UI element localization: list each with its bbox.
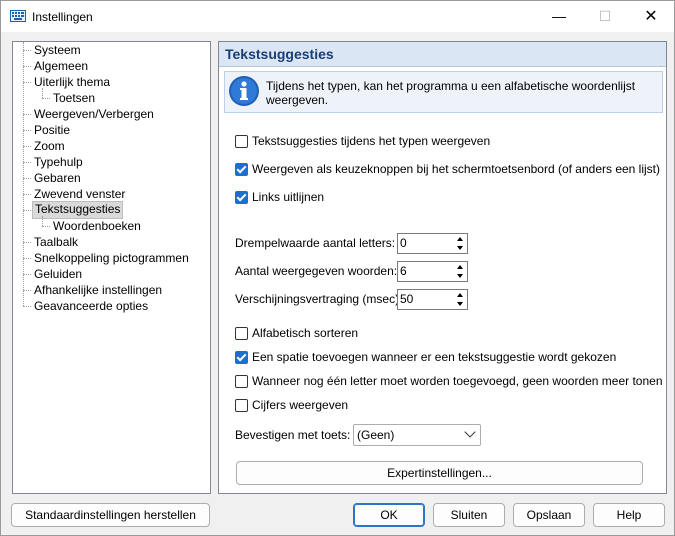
tree-item-tekstsuggesties[interactable]: Tekstsuggesties [32,201,124,219]
tree-connector [23,194,31,195]
tree-item-taalbalk[interactable]: Taalbalk [32,234,80,250]
threshold-spinner[interactable]: 0 [397,233,468,254]
tree-connector [23,258,31,259]
tree-connector [23,130,31,131]
close-button[interactable]: Sluiten [433,503,505,527]
tree-item-gebaren[interactable]: Gebaren [32,170,83,186]
tree-connector [23,82,31,83]
close-window-button[interactable]: ✕ [628,1,674,32]
checkbox-label[interactable]: Alfabetisch sorteren [252,326,358,341]
tree-connector [42,216,43,226]
word-count-label: Aantal weergegeven woorden: [235,264,398,278]
tree-connector [23,210,31,211]
word-count-spinner[interactable]: 6 [397,261,468,282]
chevron-down-icon[interactable] [464,426,476,438]
checkbox-box[interactable] [235,399,248,412]
tree-item-snelkoppeling-pictogrammen[interactable]: Snelkoppeling pictogrammen [32,250,191,266]
spin-up-icon[interactable] [454,263,466,271]
panel-header: Tekstsuggesties [219,42,666,67]
tree-connector [42,88,43,98]
select-value[interactable]: (Geen) [357,428,394,443]
tree-item-zoom[interactable]: Zoom [32,138,67,154]
keyboard-icon [10,10,26,22]
checkbox-label[interactable]: Weergeven als keuzeknoppen bij het scher… [252,162,660,177]
tree-connector [42,98,50,99]
panel-title: Tekstsuggesties [225,46,334,62]
tree-item-positie[interactable]: Positie [32,122,72,138]
expert-settings-button[interactable]: Expertinstellingen... [236,461,643,485]
settings-panel: Tekstsuggesties Tijdens het typen, kan h… [218,41,667,494]
spinner-value[interactable]: 50 [400,292,413,307]
spinner-value[interactable]: 6 [400,264,407,279]
confirm-key-label: Bevestigen met toets: [235,428,351,442]
help-button[interactable]: Help [593,503,665,527]
checkbox-label[interactable]: Links uitlijnen [252,190,324,205]
tree-item-geavanceerde-opties[interactable]: Geavanceerde opties [32,298,150,314]
threshold-label: Drempelwaarde aantal letters: [235,236,396,250]
tree-item-woordenboeken[interactable]: Woordenboeken [51,218,143,234]
tree-connector [23,290,31,291]
ok-button[interactable]: OK [353,503,425,527]
spin-up-icon[interactable] [454,291,466,299]
tree-connector [23,114,31,115]
restore-defaults-button[interactable]: Standaardinstellingen herstellen [11,503,210,527]
tree-connector [23,50,31,51]
delay-label: Verschijningsvertraging (msec): [235,292,403,306]
tree-item-weergeven-verbergen[interactable]: Weergeven/Verbergen [32,106,156,122]
tree-connector [23,146,31,147]
tree-item-algemeen[interactable]: Algemeen [32,58,90,74]
tree-item-systeem[interactable]: Systeem [32,42,83,58]
tree-item-uiterlijk-thema[interactable]: Uiterlijk thema [32,74,112,90]
checkbox-box[interactable] [235,135,248,148]
info-text: Tijdens het typen, kan het programma u e… [266,79,636,107]
delay-spinner[interactable]: 50 [397,289,468,310]
tree-connector [23,178,31,179]
maximize-button[interactable]: ☐ [582,1,628,32]
checkbox-label[interactable]: Een spatie toevoegen wanneer er een teks… [252,350,616,365]
tree-connector [42,226,50,227]
tree-item-geluiden[interactable]: Geluiden [32,266,84,282]
spin-down-icon[interactable] [454,244,466,252]
checkbox-box[interactable] [235,351,248,364]
tree-item-zwevend-venster[interactable]: Zwevend venster [32,186,127,202]
checkbox-box[interactable] [235,163,248,176]
tree-connector [23,242,31,243]
tree-connector [23,306,31,307]
checkbox-label[interactable]: Tekstsuggesties tijdens het typen weerge… [252,134,490,149]
info-icon [229,76,259,106]
tree-item-toetsen[interactable]: Toetsen [51,90,97,106]
tree-connector [23,162,31,163]
tree-connector [23,42,24,306]
tree-item-typehulp[interactable]: Typehulp [32,154,85,170]
spinner-value[interactable]: 0 [400,236,407,251]
spin-down-icon[interactable] [454,300,466,308]
tree-connector [23,66,31,67]
settings-window: Instellingen — ☐ ✕ Systeem Algemeen Uiterl… [0,0,675,536]
save-button[interactable]: Opslaan [513,503,585,527]
title-bar: Instellingen — ☐ ✕ [1,1,674,32]
window-title: Instellingen [32,10,93,24]
tree-connector [23,274,31,275]
checkbox-box[interactable] [235,191,248,204]
confirm-key-select[interactable]: (Geen) [353,424,481,446]
minimize-button[interactable]: — [536,1,582,32]
checkbox-box[interactable] [235,327,248,340]
checkbox-box[interactable] [235,375,248,388]
checkbox-label[interactable]: Cijfers weergeven [252,398,348,413]
spin-down-icon[interactable] [454,272,466,280]
spin-up-icon[interactable] [454,235,466,243]
category-tree[interactable]: Systeem Algemeen Uiterlijk thema Toetsen Wee… [12,41,211,494]
tree-item-afhankelijke-instellingen[interactable]: Afhankelijke instellingen [32,282,164,298]
checkbox-label[interactable]: Wanneer nog één letter moet worden toege… [252,374,663,389]
info-box: Tijdens het typen, kan het programma u e… [224,71,663,113]
